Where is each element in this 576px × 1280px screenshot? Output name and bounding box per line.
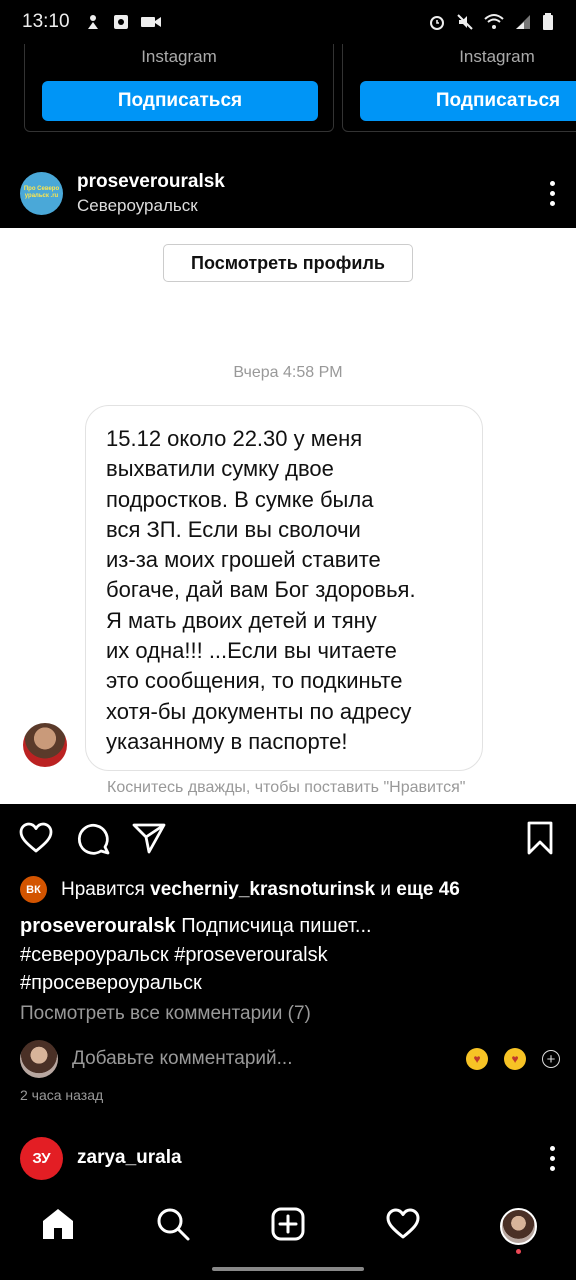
battery-icon [543,13,553,30]
message-bubble: 15.12 около 22.30 у меня выхватили сумку… [85,405,483,771]
post-caption: proseverouralsk Подписчица пишет... #сев… [20,912,560,998]
view-profile-button: Посмотреть профиль [163,244,413,282]
hashtag[interactable]: #североуральск [20,944,169,966]
post-actions [0,816,576,860]
signal-icon [516,15,530,29]
profile-avatar[interactable] [500,1208,537,1245]
gesture-home-bar[interactable] [212,1267,364,1271]
hashtag[interactable]: #proseverouralsk [174,944,327,966]
message-timestamp: Вчера 4:58 PM [233,364,343,381]
post-header: Про Северо уральск .ru proseverouralsk С… [0,158,576,228]
next-post-username[interactable]: zarya_urala [77,1147,182,1169]
next-post-header: ЗУ zarya_urala [20,1136,556,1180]
video-icon [140,17,161,27]
add-post-icon[interactable] [270,1206,306,1242]
status-time: 13:10 [22,11,70,32]
activity-heart-icon[interactable] [385,1206,421,1242]
home-icon[interactable] [40,1206,76,1242]
kiss-emoji-icon[interactable]: ♥ [504,1048,526,1070]
next-post-avatar[interactable]: ЗУ [20,1136,63,1180]
comment-icon[interactable] [75,820,111,856]
add-emoji-icon[interactable]: + [542,1050,560,1068]
status-bar: 13:10 [0,0,576,44]
share-icon[interactable] [131,820,167,856]
caption-text: Подписчица пишет... [181,915,372,937]
likes-summary[interactable]: ВК Нравится vecherniy_krasnoturinsk и ещ… [20,876,460,903]
more-options-icon[interactable] [548,180,556,206]
caption-username[interactable]: proseverouralsk [20,915,176,937]
view-all-comments-link[interactable]: Посмотреть все комментарии (7) [20,1003,311,1025]
suggestion-card[interactable]: Instagram Подписаться [342,44,576,132]
liker-username[interactable]: vecherniy_krasnoturinsk [150,879,375,901]
app-icon [113,15,128,29]
post-image[interactable]: Посмотреть профиль Вчера 4:58 PM 15.12 о… [0,228,576,804]
post-username[interactable]: proseverouralsk [77,171,225,193]
follow-button[interactable]: Подписаться [360,81,576,121]
mute-icon [457,14,473,30]
double-tap-hint: Коснитесь дважды, чтобы поставить "Нрави… [107,779,466,796]
suggestion-card[interactable]: Instagram Подписаться [24,44,334,132]
suggestion-source: Instagram [141,47,217,66]
comment-input[interactable]: Добавьте комментарий... [72,1048,450,1070]
post-location[interactable]: Североуральск [77,196,225,216]
sender-avatar [23,723,67,767]
bottom-navigation [0,1198,576,1254]
my-avatar [20,1040,58,1078]
post-time-ago: 2 часа назад [20,1087,104,1103]
wifi-icon [484,14,504,29]
add-comment-row[interactable]: Добавьте комментарий... ♥ ♥ + [20,1040,560,1078]
follow-button[interactable]: Подписаться [42,81,318,121]
alarm-icon [430,16,444,30]
like-heart-icon[interactable] [18,820,54,856]
likes-prefix: Нравится [61,878,145,900]
likes-others[interactable]: еще 46 [396,879,460,901]
more-options-icon[interactable] [548,1145,556,1171]
notification-dot [516,1249,521,1254]
hashtag[interactable]: #просевероуральск [20,972,202,994]
heart-eyes-emoji-icon[interactable]: ♥ [466,1048,488,1070]
suggestions-carousel[interactable]: Instagram Подписаться Instagram Подписат… [0,44,576,134]
suggestion-source: Instagram [459,47,535,66]
search-icon[interactable] [155,1206,191,1242]
person-icon [87,15,98,29]
liker-avatar: ВК [20,876,47,903]
likes-middle: и [380,878,391,900]
save-bookmark-icon[interactable] [522,820,558,856]
post-avatar[interactable]: Про Северо уральск .ru [20,171,63,215]
